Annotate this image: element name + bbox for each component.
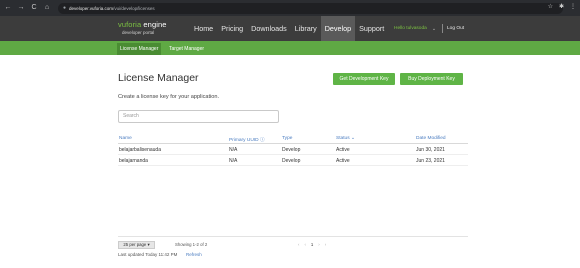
search-input[interactable]: Search	[118, 110, 279, 123]
extension-icon[interactable]: ✱	[559, 3, 564, 10]
current-page[interactable]: 1	[311, 242, 313, 247]
reload-icon[interactable]: C	[29, 3, 39, 13]
column-primary-uuid[interactable]: Primary UUID ⓘ	[229, 136, 265, 143]
per-page-select[interactable]: 25 per page ▾	[118, 241, 155, 249]
user-area: Hello tulvasoda ⌄ Log Out	[394, 16, 464, 41]
column-status[interactable]: Status ⌄	[336, 136, 355, 141]
nav-develop[interactable]: Develop	[320, 16, 356, 41]
divider	[118, 236, 468, 237]
logo-word: engine	[141, 20, 167, 29]
forward-arrow-icon[interactable]: →	[16, 3, 26, 13]
table-header: Name Primary UUID ⓘ Type Status ⌄ Date M…	[118, 135, 468, 144]
url-path: /vui/develop/licenses	[113, 5, 155, 11]
first-page-icon[interactable]: ‹	[298, 242, 299, 247]
column-name[interactable]: Name	[119, 136, 132, 141]
nav-downloads[interactable]: Downloads	[247, 16, 291, 41]
lock-icon: ●	[63, 5, 67, 11]
user-menu[interactable]: Hello tulvasoda	[394, 26, 427, 31]
refresh-link[interactable]: Refresh	[186, 252, 202, 257]
column-date-modified[interactable]: Date Modified	[416, 136, 446, 141]
license-status: Active	[336, 147, 350, 153]
nav-support[interactable]: Support	[355, 16, 388, 41]
column-type[interactable]: Type	[282, 136, 292, 141]
license-type: Develop	[282, 158, 301, 164]
license-uuid: N/A	[229, 158, 238, 164]
last-page-icon[interactable]: ›	[325, 242, 326, 247]
bookmark-star-icon[interactable]: ☆	[548, 3, 553, 10]
last-updated-text: Last updated Today 11:42 PM	[118, 252, 178, 257]
license-name[interactable]: belajarnanda	[119, 158, 148, 164]
license-table: Name Primary UUID ⓘ Type Status ⌄ Date M…	[118, 135, 468, 166]
nav-library[interactable]: Library	[291, 16, 321, 41]
browser-toolbar: ← → C ⌂ ● developer.vuforia.com /vui/dev…	[0, 0, 580, 16]
license-type: Develop	[282, 147, 301, 153]
page-title: License Manager	[118, 72, 199, 84]
portal-header: vuforia engine developer portal Home Pri…	[0, 16, 580, 41]
get-development-key-button[interactable]: Get Development Key	[333, 73, 395, 85]
prev-page-icon[interactable]: ‹	[304, 242, 305, 247]
tab-license-manager[interactable]: License Manager	[117, 43, 162, 55]
main-nav: Home Pricing Downloads Library Develop S…	[190, 16, 388, 41]
divider	[442, 24, 444, 33]
pagination: ‹ ‹ 1 › ›	[298, 242, 326, 247]
showing-count: Showing 1-2 of 2	[175, 242, 208, 247]
license-date: Jun 30, 2021	[416, 147, 445, 153]
address-bar[interactable]: ● developer.vuforia.com /vui/develop/lic…	[58, 2, 563, 14]
next-page-icon[interactable]: ›	[318, 242, 319, 247]
page-subtitle: Create a license key for your applicatio…	[118, 94, 220, 100]
table-row[interactable]: belajarbalisenauda N/A Develop Active Ju…	[118, 144, 468, 155]
url-host: developer.vuforia.com	[69, 5, 114, 11]
license-date: Jun 23, 2021	[416, 158, 445, 164]
logout-link[interactable]: Log Out	[447, 26, 464, 31]
license-name[interactable]: belajarbalisenauda	[119, 147, 161, 153]
buy-deployment-key-button[interactable]: Buy Deployment Key	[400, 73, 463, 85]
vuforia-logo[interactable]: vuforia engine developer portal	[118, 20, 167, 35]
logo-subtitle: developer portal	[122, 30, 155, 35]
nav-pricing[interactable]: Pricing	[217, 16, 247, 41]
nav-home[interactable]: Home	[190, 16, 217, 41]
browser-actions: ☆ ✱ ⋮	[548, 3, 576, 10]
license-status: Active	[336, 158, 350, 164]
home-icon[interactable]: ⌂	[42, 3, 52, 13]
license-uuid: N/A	[229, 147, 238, 153]
table-row[interactable]: belajarnanda N/A Develop Active Jun 23, …	[118, 155, 468, 166]
logo-brand: vuforia	[118, 20, 142, 29]
sub-nav: License Manager Target Manager	[0, 41, 580, 55]
back-arrow-icon[interactable]: ←	[3, 3, 13, 13]
browser-menu-icon[interactable]: ⋮	[570, 3, 576, 10]
tab-target-manager[interactable]: Target Manager	[166, 43, 207, 55]
chevron-down-icon[interactable]: ⌄	[432, 26, 436, 32]
